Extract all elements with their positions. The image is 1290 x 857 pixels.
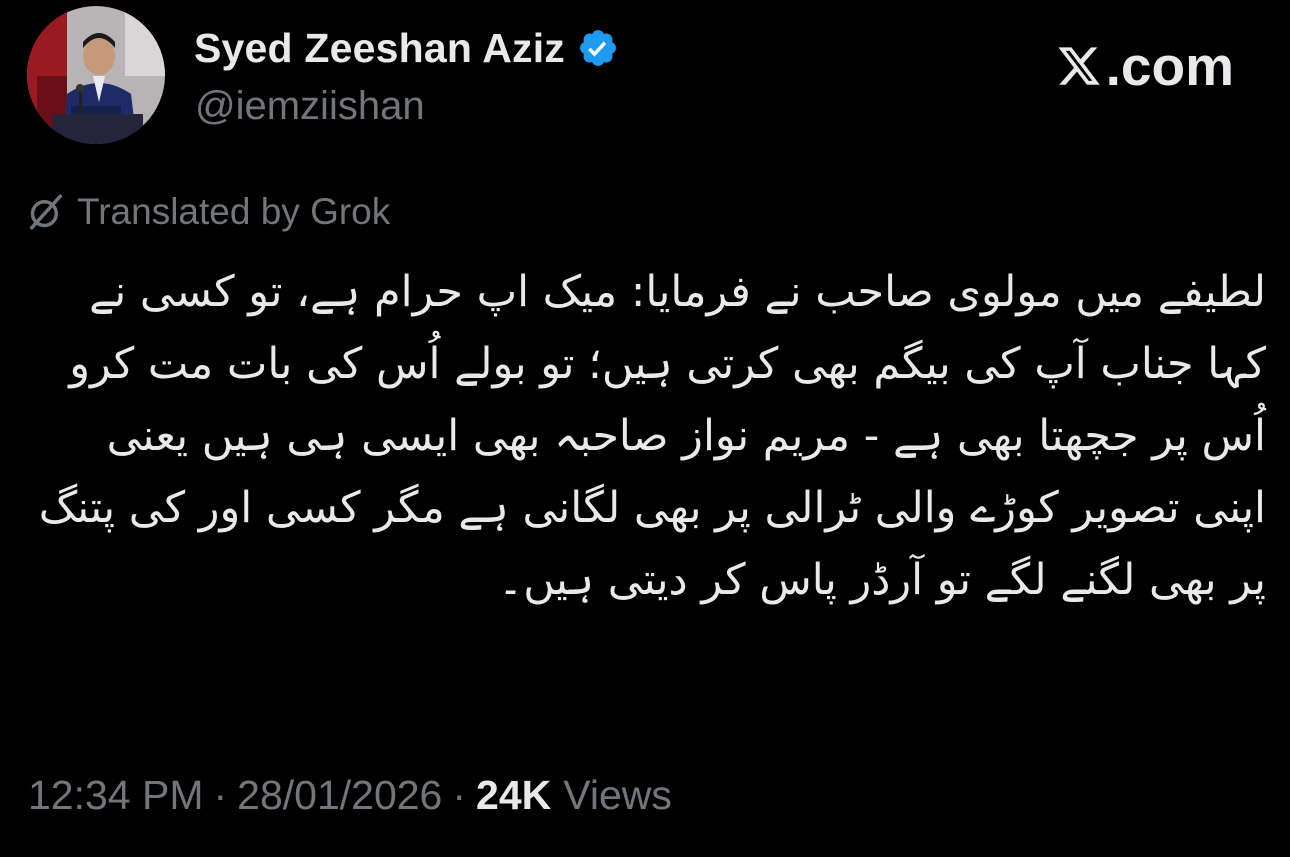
tweet-meta: 12:34 PM · 28/01/2026 · 24K Views [28, 768, 672, 822]
views-count[interactable]: 24K [476, 772, 551, 819]
tweet-date[interactable]: 28/01/2026 [237, 772, 442, 819]
meta-separator: · [452, 771, 467, 818]
tweet-text: لطیفے میں مولوی صاحب نے فرمایا: میک اپ ح… [38, 267, 1266, 605]
translation-notice[interactable]: Translated by Grok [27, 190, 390, 234]
author-display-name[interactable]: Syed Zeeshan Aziz [194, 25, 565, 72]
grok-icon [30, 194, 62, 230]
views-label: Views [563, 771, 672, 818]
author-name-row[interactable]: Syed Zeeshan Aziz [194, 22, 619, 74]
author-handle[interactable]: @iemziishan [195, 84, 425, 129]
tweet-time[interactable]: 12:34 PM [28, 772, 204, 819]
x-logo-icon [1058, 47, 1100, 85]
brand-label: .com [1105, 35, 1234, 97]
translation-label: Translated by Grok [77, 191, 391, 232]
verified-badge-icon [580, 30, 616, 66]
avatar[interactable] [27, 6, 165, 144]
profile-photo [27, 6, 165, 144]
brand-watermark: .com [1056, 35, 1234, 97]
meta-separator: · [213, 771, 228, 818]
